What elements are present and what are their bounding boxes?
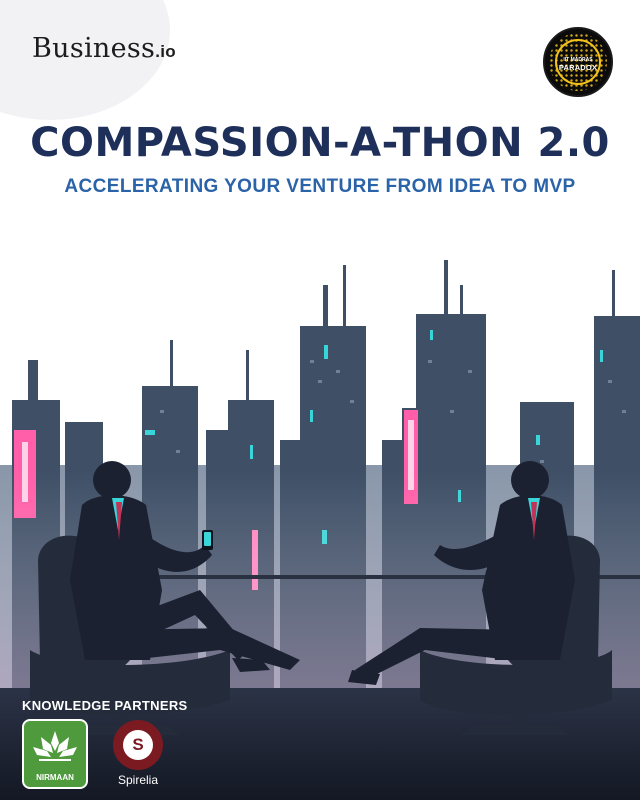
lotus-icon (33, 731, 77, 761)
spirelia-label: Spirelia (117, 773, 159, 787)
event-title: COMPASSION-A-THON 2.0 (30, 120, 610, 166)
event-poster: Business.io IIT MADRAS PARADOX COMPASSIO… (0, 0, 640, 800)
business-io-logo[interactable]: Business.io (32, 33, 176, 64)
paradox-badge[interactable]: IIT MADRAS PARADOX (543, 27, 613, 97)
city-illustration (0, 260, 640, 800)
brand-suffix: .io (155, 42, 176, 61)
brand-name: Business (32, 33, 156, 64)
spirelia-mark: S (123, 730, 153, 760)
knowledge-partners-heading: KNOWLEDGE PARTNERS (22, 698, 188, 713)
event-subtitle: ACCELERATING YOUR VENTURE FROM IDEA TO M… (64, 176, 576, 197)
nirmaan-label: NIRMAAN (36, 773, 74, 782)
spirelia-logo[interactable]: S Spirelia (110, 718, 166, 792)
badge-main-text: PARADOX (558, 63, 598, 72)
nirmaan-logo[interactable]: NIRMAAN (22, 719, 88, 789)
